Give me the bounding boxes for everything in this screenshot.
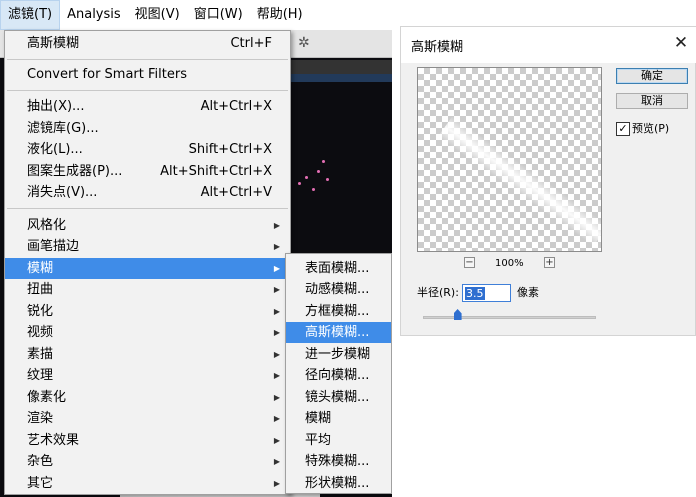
- submenu-arrow-icon: ▶: [273, 264, 280, 273]
- menu-item-filter-gallery[interactable]: 滤镜库(G)...: [5, 118, 290, 139]
- submenu-item-average[interactable]: 平均: [286, 430, 391, 451]
- menu-view[interactable]: 视图(V): [128, 0, 187, 30]
- submenu-item-shape-blur[interactable]: 形状模糊...: [286, 473, 391, 494]
- menu-window[interactable]: 窗口(W): [187, 0, 250, 30]
- radius-label: 半径(R):: [417, 286, 459, 299]
- menu-item-pattern-maker[interactable]: 图案生成器(P)... Alt+Shift+Ctrl+X: [5, 161, 290, 182]
- menu-item-liquify[interactable]: 液化(L)... Shift+Ctrl+X: [5, 139, 290, 160]
- preview-image: [437, 115, 601, 247]
- menu-item-video[interactable]: 视频 ▶: [5, 322, 290, 343]
- submenu-arrow-icon: ▶: [273, 242, 280, 251]
- zoom-in-button[interactable]: +: [544, 257, 555, 268]
- submenu-arrow-icon: ▶: [273, 285, 280, 294]
- menu-item-sharpen[interactable]: 锐化 ▶: [5, 301, 290, 322]
- submenu-item-motion-blur[interactable]: 动感模糊...: [286, 279, 391, 300]
- cancel-button[interactable]: 取消: [616, 93, 688, 109]
- document-tab[interactable]: [290, 60, 392, 74]
- checkmark-icon: ✓: [618, 122, 628, 135]
- submenu-arrow-icon: ▶: [273, 393, 280, 402]
- submenu-item-box-blur[interactable]: 方框模糊...: [286, 301, 391, 322]
- menu-item-pixelate[interactable]: 像素化 ▶: [5, 387, 290, 408]
- menu-item-other[interactable]: 其它 ▶: [5, 473, 290, 494]
- menu-item-noise[interactable]: 杂色 ▶: [5, 451, 290, 472]
- gaussian-blur-dialog: 高斯模糊 ✕ − 100% + 确定 取消 ✓ 预览(P) 半径(R): 3.5…: [400, 26, 696, 336]
- sparkle-dot: [305, 176, 308, 179]
- menu-item-render[interactable]: 渲染 ▶: [5, 408, 290, 429]
- submenu-arrow-icon: ▶: [273, 307, 280, 316]
- dialog-titlebar[interactable]: 高斯模糊 ✕: [401, 27, 696, 63]
- sparkle-dot: [326, 178, 329, 181]
- preview-area[interactable]: [417, 67, 602, 252]
- zoom-level: 100%: [495, 258, 524, 269]
- submenu-arrow-icon: ▶: [273, 479, 280, 488]
- submenu-arrow-icon: ▶: [273, 436, 280, 445]
- ok-button[interactable]: 确定: [616, 68, 688, 84]
- submenu-item-surface-blur[interactable]: 表面模糊...: [286, 258, 391, 279]
- preview-checkbox-label: 预览(P): [632, 122, 670, 135]
- submenu-item-radial-blur[interactable]: 径向模糊...: [286, 365, 391, 386]
- menu-item-convert-smart-filters[interactable]: Convert for Smart Filters: [5, 64, 290, 85]
- submenu-arrow-icon: ▶: [273, 328, 280, 337]
- submenu-arrow-icon: ▶: [273, 371, 280, 380]
- sparkle-dot: [317, 170, 320, 173]
- radius-input[interactable]: 3.5: [462, 284, 511, 302]
- menu-item-brush-strokes[interactable]: 画笔描边 ▶: [5, 236, 290, 257]
- menu-help[interactable]: 帮助(H): [250, 0, 310, 30]
- submenu-item-gaussian-blur[interactable]: 高斯模糊...: [286, 322, 391, 343]
- submenu-item-blur-more[interactable]: 进一步模糊: [286, 344, 391, 365]
- menu-item-last-filter[interactable]: 高斯模糊 Ctrl+F: [5, 33, 290, 54]
- radius-unit: 像素: [517, 286, 539, 299]
- submenu-arrow-icon: ▶: [273, 221, 280, 230]
- dialog-title: 高斯模糊: [411, 40, 464, 55]
- submenu-item-blur[interactable]: 模糊: [286, 408, 391, 429]
- menu-separator: [7, 90, 288, 91]
- radius-slider-track[interactable]: [423, 316, 596, 319]
- menu-item-distort[interactable]: 扭曲 ▶: [5, 279, 290, 300]
- submenu-item-smart-blur[interactable]: 特殊模糊...: [286, 451, 391, 472]
- submenu-arrow-icon: ▶: [273, 457, 280, 466]
- menu-separator: [7, 59, 288, 60]
- radius-value: 3.5: [465, 287, 485, 300]
- brush-tool-icon[interactable]: ✲: [298, 35, 310, 51]
- sparkle-dot: [298, 182, 301, 185]
- filter-menu: 高斯模糊 Ctrl+F Convert for Smart Filters 抽出(…: [4, 30, 291, 495]
- menu-filter[interactable]: 滤镜(T): [0, 0, 61, 30]
- sparkle-dot: [312, 188, 315, 191]
- menu-separator: [7, 208, 288, 209]
- menu-item-sketch[interactable]: 素描 ▶: [5, 344, 290, 365]
- menu-analysis[interactable]: Analysis: [60, 0, 128, 30]
- menu-item-artistic[interactable]: 艺术效果 ▶: [5, 430, 290, 451]
- photoshop-workspace: 98 ✲ 滤镜(T) Analysis 视图(V) 窗口(W) 帮助(H) 高斯…: [0, 0, 392, 497]
- menu-item-texture[interactable]: 纹理 ▶: [5, 365, 290, 386]
- canvas-edge: [290, 74, 392, 82]
- menu-item-blur[interactable]: 模糊 ▶: [5, 258, 290, 279]
- menu-item-extract[interactable]: 抽出(X)... Alt+Ctrl+X: [5, 96, 290, 117]
- blur-submenu: 表面模糊... 动感模糊... 方框模糊... 高斯模糊... 进一步模糊 径向…: [285, 253, 392, 494]
- menu-item-vanishing-point[interactable]: 消失点(V)... Alt+Ctrl+V: [5, 182, 290, 203]
- submenu-item-lens-blur[interactable]: 镜头模糊...: [286, 387, 391, 408]
- submenu-arrow-icon: ▶: [273, 414, 280, 423]
- close-icon[interactable]: ✕: [669, 31, 693, 55]
- menu-bar: 滤镜(T) Analysis 视图(V) 窗口(W) 帮助(H): [0, 0, 392, 30]
- submenu-arrow-icon: ▶: [273, 350, 280, 359]
- menu-item-stylize[interactable]: 风格化 ▶: [5, 215, 290, 236]
- zoom-out-button[interactable]: −: [464, 257, 475, 268]
- radius-slider-thumb[interactable]: [453, 309, 462, 320]
- preview-checkbox[interactable]: ✓: [616, 122, 630, 136]
- sparkle-dot: [322, 160, 325, 163]
